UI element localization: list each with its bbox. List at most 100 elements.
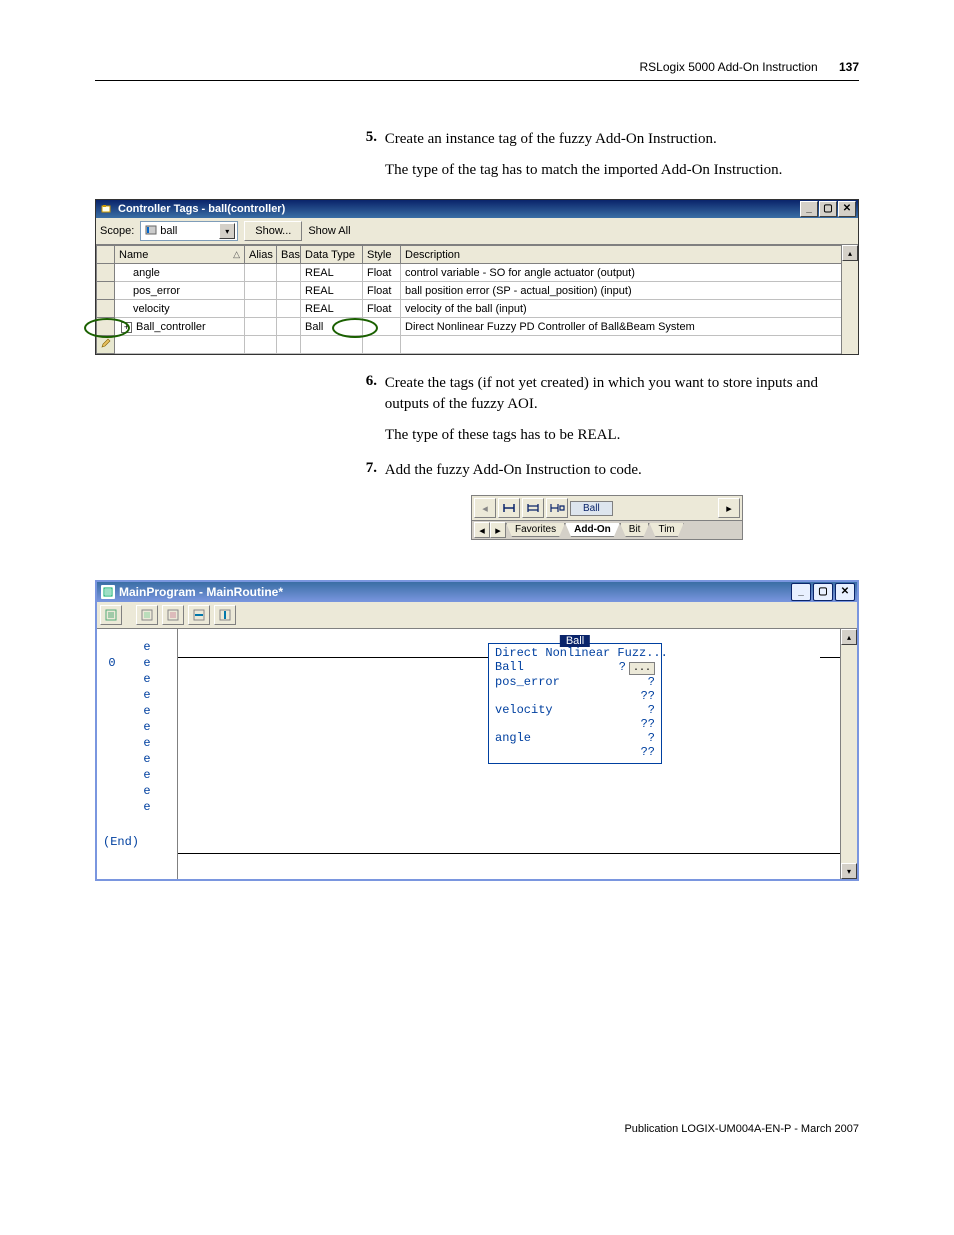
- expand-icon[interactable]: +: [121, 322, 132, 333]
- controller-tags-titlebar[interactable]: Controller Tags - ball(controller) _ ▢ ✕: [96, 200, 858, 218]
- tag-dtype: REAL: [301, 264, 363, 282]
- rung-number: 0: [97, 656, 127, 670]
- tag-dtype: Ball: [301, 318, 363, 336]
- maximize-button[interactable]: ▢: [819, 201, 837, 217]
- chevron-down-icon[interactable]: ▾: [219, 223, 235, 239]
- aoi-param-value[interactable]: ?: [635, 731, 655, 745]
- minimize-button[interactable]: _: [791, 583, 811, 601]
- scroll-up-button[interactable]: ▴: [841, 629, 857, 645]
- step-7-number: 7.: [355, 460, 377, 477]
- rung-rail: [820, 657, 840, 658]
- row-gutter[interactable]: [97, 300, 115, 318]
- ladder-canvas[interactable]: Ball Direct Nonlinear Fuzz... Ball ?... …: [178, 629, 840, 879]
- tab-bit[interactable]: Bit: [620, 523, 650, 537]
- tag-style: [363, 318, 401, 336]
- tab-time[interactable]: Tim: [649, 523, 683, 537]
- rung-marker: e: [127, 688, 167, 702]
- aoi-block-title: Ball: [560, 635, 590, 647]
- col-name[interactable]: Name△: [115, 246, 245, 264]
- ellipsis-button[interactable]: ...: [629, 662, 655, 675]
- tag-name[interactable]: pos_error: [115, 282, 245, 300]
- scope-value: ball: [160, 225, 177, 237]
- maximize-button[interactable]: ▢: [813, 583, 833, 601]
- step-7: 7. Add the fuzzy Add-On Instruction to c…: [355, 460, 854, 481]
- table-row[interactable]: pos_error REAL Float ball position error…: [97, 282, 842, 300]
- scroll-right-icon[interactable]: ▸: [718, 498, 740, 518]
- step-5-note: The type of the tag has to match the imp…: [385, 160, 854, 181]
- scroll-left-icon[interactable]: ◂: [474, 498, 496, 518]
- tag-dtype: REAL: [301, 300, 363, 318]
- col-data-type[interactable]: Data Type: [301, 246, 363, 264]
- tab-addon[interactable]: Add-On: [565, 523, 620, 537]
- scroll-down-button[interactable]: ▾: [841, 863, 857, 879]
- aoi-block[interactable]: Ball Direct Nonlinear Fuzz... Ball ?... …: [488, 643, 662, 764]
- step-5: 5. Create an instance tag of the fuzzy A…: [355, 129, 854, 181]
- scroll-left-icon[interactable]: ◂: [474, 522, 490, 538]
- minimize-button[interactable]: _: [800, 201, 818, 217]
- branch-icon[interactable]: [522, 498, 544, 518]
- rung-gutter: e 0e e e e e e e e e e (End): [97, 629, 178, 879]
- row-gutter[interactable]: [97, 282, 115, 300]
- table-row[interactable]: angle REAL Float control variable - SO f…: [97, 264, 842, 282]
- vertical-scrollbar[interactable]: ▴: [841, 245, 858, 354]
- show-all-label: Show All: [308, 225, 350, 237]
- col-style[interactable]: Style: [363, 246, 401, 264]
- branch-level-icon[interactable]: [546, 498, 568, 518]
- controller-icon: [145, 224, 157, 239]
- rung-marker: e: [127, 640, 167, 654]
- toolbar-icon[interactable]: [188, 605, 210, 625]
- step-7-text: Add the fuzzy Add-On Instruction to code…: [385, 460, 852, 481]
- routine-icon: [101, 585, 115, 599]
- aoi-param-label: pos_error: [495, 675, 560, 689]
- scroll-right-icon[interactable]: ▸: [490, 522, 506, 538]
- aoi-param-label: angle: [495, 731, 531, 745]
- scroll-up-button[interactable]: ▴: [842, 245, 858, 261]
- table-row[interactable]: velocity REAL Float velocity of the ball…: [97, 300, 842, 318]
- tag-dtype: REAL: [301, 282, 363, 300]
- toolbar-icon[interactable]: [162, 605, 184, 625]
- end-rail: [178, 853, 840, 854]
- toolbar-icon[interactable]: [136, 605, 158, 625]
- table-row[interactable]: +Ball_controller Ball Direct Nonlinear F…: [97, 318, 842, 336]
- col-base[interactable]: Bas: [277, 246, 301, 264]
- show-button-label: Show...: [255, 225, 291, 237]
- aoi-param-value: ??: [635, 717, 655, 731]
- tag-name[interactable]: +Ball_controller: [115, 318, 245, 336]
- scope-label: Scope:: [100, 225, 134, 237]
- toolbar-icon[interactable]: [214, 605, 236, 625]
- aoi-param-label: velocity: [495, 703, 553, 717]
- aoi-param-value[interactable]: ?: [635, 675, 655, 689]
- close-button[interactable]: ✕: [838, 201, 856, 217]
- close-button[interactable]: ✕: [835, 583, 855, 601]
- col-alias[interactable]: Alias: [245, 246, 277, 264]
- rung-marker: e: [127, 736, 167, 750]
- tag-desc: control variable - SO for angle actuator…: [401, 264, 842, 282]
- ball-instruction-chip[interactable]: Ball: [570, 501, 613, 516]
- tag-name[interactable]: angle: [115, 264, 245, 282]
- ladder-editor[interactable]: e 0e e e e e e e e e e (End) Ball Direct: [97, 629, 857, 879]
- instruction-tabstrip: ◂ Ball ▸ ◂ ▸ Favorites Add-On Bit Tim: [471, 495, 743, 540]
- tab-favorites[interactable]: Favorites: [506, 523, 565, 537]
- tags-grid[interactable]: Name△ Alias Bas Data Type Style Descript…: [96, 244, 858, 354]
- toolbar-icon[interactable]: [100, 605, 122, 625]
- vertical-scrollbar[interactable]: ▴ ▾: [840, 629, 857, 879]
- page-header: RSLogix 5000 Add-On Instruction 137: [95, 60, 859, 74]
- table-row-empty[interactable]: [97, 336, 842, 354]
- aoi-param-label: Ball: [495, 660, 524, 675]
- rung-marker: e: [127, 768, 167, 782]
- step-5-number: 5.: [355, 129, 377, 146]
- rung-icon[interactable]: [498, 498, 520, 518]
- scope-select[interactable]: ball ▾: [140, 221, 238, 241]
- row-gutter[interactable]: [97, 264, 115, 282]
- mainroutine-title: MainProgram - MainRoutine*: [119, 585, 789, 599]
- row-gutter[interactable]: [97, 318, 115, 336]
- aoi-param-value[interactable]: ?: [635, 703, 655, 717]
- tag-name[interactable]: velocity: [115, 300, 245, 318]
- rung-marker: e: [127, 800, 167, 814]
- mainroutine-titlebar[interactable]: MainProgram - MainRoutine* _ ▢ ✕: [97, 582, 857, 602]
- show-button[interactable]: Show...: [244, 221, 302, 241]
- col-description[interactable]: Description: [401, 246, 842, 264]
- pencil-icon[interactable]: [97, 336, 115, 354]
- publication-footer: Publication LOGIX-UM004A-EN-P - March 20…: [624, 1123, 859, 1135]
- aoi-param-value[interactable]: ?: [619, 660, 626, 674]
